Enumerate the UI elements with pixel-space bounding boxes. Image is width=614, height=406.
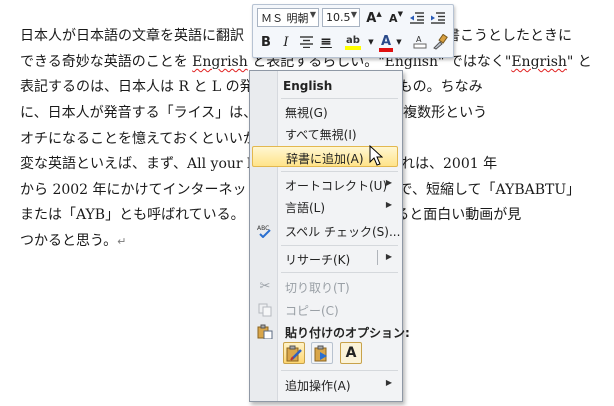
- chevron-down-icon[interactable]: ▼: [367, 35, 375, 49]
- highlight-swatch: [345, 46, 361, 50]
- menu-separator: [281, 245, 398, 246]
- increase-indent-button[interactable]: [429, 9, 447, 27]
- bold-button[interactable]: B: [257, 33, 275, 51]
- misspelled-word-2[interactable]: Engrish: [511, 54, 567, 70]
- center-align-icon: [299, 36, 313, 48]
- menu-item-cut[interactable]: ✂ 切り取り(T): [252, 276, 398, 297]
- paste-merge-icon: [314, 345, 327, 361]
- menu-separator: [281, 370, 398, 371]
- menu-separator: [281, 98, 398, 99]
- font-name-combo[interactable]: ＭＳ 明朝 ▼: [257, 8, 319, 27]
- scissors-icon: ✂: [259, 279, 271, 294]
- styles-icon: A: [413, 35, 427, 48]
- styles-button[interactable]: A: [411, 33, 429, 51]
- paragraph-mark-icon: ↵: [117, 235, 127, 248]
- shrink-font-button[interactable]: A ▼: [387, 9, 405, 27]
- menu-item-copy[interactable]: コピー(C): [252, 299, 398, 320]
- format-painter-button[interactable]: [431, 33, 449, 51]
- font-color-button[interactable]: A: [377, 33, 395, 53]
- decrease-indent-icon: [410, 12, 424, 24]
- highlight-color-button[interactable]: ab: [339, 33, 367, 53]
- misspelled-word[interactable]: Engrish: [192, 54, 248, 70]
- mouse-cursor-icon: [369, 145, 383, 166]
- doc-line-5: オチになることを憶えておくといいか: [20, 131, 257, 147]
- menu-item-ignore-all[interactable]: すべて無視(I): [252, 123, 398, 144]
- submenu-arrow-icon: ▶: [385, 378, 392, 387]
- increase-indent-icon: [431, 12, 445, 24]
- underline-style-button[interactable]: ≡: [317, 33, 335, 51]
- menu-item-spell-check[interactable]: ABC スペル チェック(S)...: [252, 220, 400, 241]
- arrow-up-icon: ▲: [376, 10, 382, 18]
- copy-icon: [257, 302, 273, 317]
- italic-button[interactable]: I: [277, 33, 295, 51]
- menu-item-autocorrect[interactable]: オートコレクト(U) ▶: [252, 174, 398, 195]
- context-menu: English 無視(G) すべて無視(I) 辞書に追加(A) オートコレクト(…: [249, 70, 410, 402]
- menu-item-language[interactable]: 言語(L) ▶: [252, 196, 398, 217]
- spelling-suggestion[interactable]: English: [283, 79, 332, 93]
- submenu-arrow-icon: ▶: [385, 178, 392, 187]
- chevron-down-icon[interactable]: ▼: [395, 35, 403, 49]
- grow-font-button[interactable]: A ▲: [365, 9, 383, 27]
- menu-item-additional-actions[interactable]: 追加操作(A) ▶: [252, 374, 398, 395]
- format-painter-icon: [433, 34, 448, 50]
- split-divider: [377, 250, 378, 265]
- chevron-down-icon: ▼: [309, 10, 316, 19]
- paste-options-header: 貼り付けのオプション:: [252, 321, 410, 342]
- chevron-down-icon: ▼: [350, 10, 357, 19]
- arrow-down-icon: ▼: [397, 10, 403, 18]
- submenu-arrow-icon: ▶: [385, 252, 392, 261]
- paste-text-only-button[interactable]: A: [340, 342, 362, 364]
- paste-keep-source-formatting-button[interactable]: [283, 342, 305, 364]
- menu-item-ignore[interactable]: 無視(G): [252, 101, 398, 122]
- menu-separator: [281, 272, 398, 273]
- spell-check-icon: ABC: [257, 223, 273, 238]
- svg-text:ABC: ABC: [257, 225, 269, 232]
- decrease-indent-button[interactable]: [408, 9, 426, 27]
- submenu-arrow-icon: ▶: [385, 200, 392, 209]
- paste-keep-formatting-icon: [286, 345, 302, 361]
- mini-toolbar: ＭＳ 明朝 ▼ 10.5 ▼ A ▲ A ▼ B I ≡ ab ▼ A ▼ A: [252, 4, 454, 58]
- center-align-button[interactable]: [297, 33, 315, 51]
- font-color-swatch: [379, 47, 393, 52]
- menu-item-research[interactable]: リサーチ(K) ▶: [252, 248, 398, 269]
- font-size-combo[interactable]: 10.5 ▼: [322, 8, 360, 27]
- paste-merge-formatting-button[interactable]: [311, 342, 333, 364]
- doc-line-9: つかると思う。↵: [20, 233, 127, 249]
- menu-separator: [281, 171, 398, 172]
- svg-text:A: A: [416, 35, 422, 44]
- paste-icon: [257, 324, 273, 339]
